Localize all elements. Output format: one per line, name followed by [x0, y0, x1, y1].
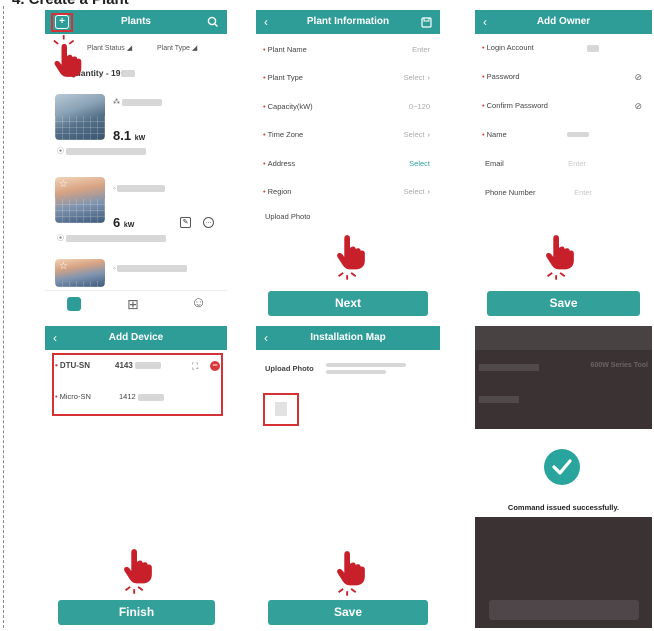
field-password[interactable]: • Password ⊘ [475, 69, 652, 85]
location-line: ⦿ [57, 233, 166, 243]
plant-card[interactable]: ⁂ 8.1 kW ⦿ [45, 88, 227, 158]
field-email[interactable]: Email Enter [475, 156, 652, 172]
back-chevron-icon[interactable]: ‹ [264, 326, 268, 350]
location-pin-icon: ⦿ [57, 235, 64, 242]
field-capacity[interactable]: • Capacity(kW) 0~120 [256, 99, 440, 115]
plant-name-line: ◦ [113, 185, 166, 192]
filter-plant-type[interactable]: Plant Type ◢ [157, 44, 197, 52]
field-address[interactable]: • Address Select [256, 156, 440, 172]
add-device-screen: ‹ Add Device • DTU-SN 4143 ⛶ − • Micro-SN … [45, 326, 227, 628]
dimmed-bottom-button [489, 600, 639, 620]
location-line: ⦿ [57, 146, 146, 156]
add-owner-title: Add Owner [536, 16, 591, 27]
success-message: Command issued successfully. [507, 503, 620, 512]
hide-password-icon[interactable]: ⊘ [634, 69, 642, 85]
remove-icon[interactable]: − [210, 361, 220, 371]
upload-photo-row: Upload Photo [256, 361, 440, 377]
section-caption: 4. Create a Plant [12, 0, 129, 8]
hide-password-icon[interactable]: ⊘ [634, 98, 642, 114]
field-plant-name[interactable]: • Plant Name Enter [256, 42, 440, 58]
field-confirm-password[interactable]: • Confirm Password ⊘ [475, 98, 652, 114]
bottom-nav: ⊞ ☺ [45, 290, 227, 317]
chevron-right-icon: › [427, 187, 431, 196]
save-map-button[interactable]: Save [268, 600, 428, 625]
field-login-account[interactable]: • Login Account [475, 40, 652, 56]
tap-hand-icon [337, 551, 365, 596]
upload-photo-box[interactable] [263, 393, 299, 426]
save-disk-icon[interactable] [421, 10, 432, 34]
nav-plants-icon[interactable] [67, 297, 81, 311]
success-dialog: Command issued successfully. [475, 429, 652, 517]
plant-name-line: ◦ [113, 265, 188, 272]
command-success-screen: 600W Series Tool Command issued successf… [475, 326, 652, 628]
plant-power: 8.1 kW [113, 128, 146, 143]
add-owner-header: ‹ Add Owner [475, 10, 652, 34]
field-dtu-sn[interactable]: • DTU-SN 4143 ⛶ − [45, 358, 227, 374]
more-icon[interactable]: … [203, 217, 214, 228]
favorite-star-icon[interactable]: ☆ [59, 179, 68, 190]
success-check-icon [544, 449, 580, 485]
back-chevron-icon[interactable]: ‹ [483, 10, 487, 34]
installation-map-title: Installation Map [310, 332, 386, 343]
field-time-zone[interactable]: • Time Zone Select › [256, 127, 440, 143]
finish-button[interactable]: Finish [58, 600, 215, 625]
add-device-title: Add Device [108, 332, 164, 343]
field-micro-sn[interactable]: • Micro-SN 1412 [45, 389, 227, 405]
search-icon[interactable] [207, 10, 219, 34]
field-plant-type[interactable]: • Plant Type Select › [256, 70, 440, 86]
dropdown-icon: ◢ [126, 45, 133, 52]
plant-card[interactable]: ☆ ◦ 6 kW ✎ … ⦿ [45, 165, 227, 245]
plant-name-line: ⁂ [113, 98, 162, 106]
nav-devices-icon[interactable]: ⊞ [127, 296, 139, 313]
plants-screen: + Plants Plant Status ◢ Plant Type ◢ Qua… [45, 10, 227, 317]
add-photo-icon [275, 402, 287, 416]
plant-information-screen: ‹ Plant Information • Plant Name Enter • P… [256, 10, 440, 317]
field-region[interactable]: • Region Select › [256, 184, 440, 200]
upload-photo-label[interactable]: Upload Photo [256, 209, 440, 225]
plant-thumbnail [55, 94, 105, 140]
installation-map-screen: ‹ Installation Map Upload Photo Save [256, 326, 440, 628]
nav-profile-icon[interactable]: ☺ [191, 294, 206, 311]
dropdown-icon: ◢ [191, 45, 198, 52]
edit-icon[interactable]: ✎ [180, 217, 191, 228]
plant-card[interactable]: ☆ ◦ [45, 253, 227, 287]
plant-info-header: ‹ Plant Information [256, 10, 440, 34]
next-button[interactable]: Next [268, 291, 428, 316]
filter-plant-status[interactable]: Plant Status ◢ [87, 44, 132, 52]
scan-icon[interactable]: ⛶ [192, 358, 198, 374]
tap-hand-icon [53, 35, 82, 77]
field-name[interactable]: • Name [475, 127, 652, 143]
dimmed-background-content: 600W Series Tool [475, 326, 652, 426]
chevron-right-icon: › [427, 73, 431, 82]
left-dashed-divider [3, 6, 4, 628]
field-phone-number[interactable]: Phone Number Enter [475, 185, 652, 201]
add-device-header: ‹ Add Device [45, 326, 227, 350]
save-owner-button[interactable]: Save [487, 291, 640, 316]
back-chevron-icon[interactable]: ‹ [264, 10, 268, 34]
location-pin-icon: ⦿ [57, 148, 64, 155]
tap-hand-icon [337, 235, 365, 280]
tap-hand-icon [124, 549, 152, 594]
add-plant-highlight [51, 13, 73, 32]
plant-power: 6 kW [113, 215, 135, 230]
plants-title: Plants [120, 16, 151, 27]
chevron-right-icon: › [427, 130, 431, 139]
background-series-text: 600W Series Tool [590, 362, 648, 369]
add-owner-screen: ‹ Add Owner • Login Account • Password ⊘ •… [475, 10, 652, 317]
installation-map-header: ‹ Installation Map [256, 326, 440, 350]
favorite-star-icon[interactable]: ☆ [59, 261, 68, 272]
tap-hand-icon [546, 235, 574, 280]
plant-info-title: Plant Information [306, 16, 390, 27]
back-chevron-icon[interactable]: ‹ [53, 326, 57, 350]
